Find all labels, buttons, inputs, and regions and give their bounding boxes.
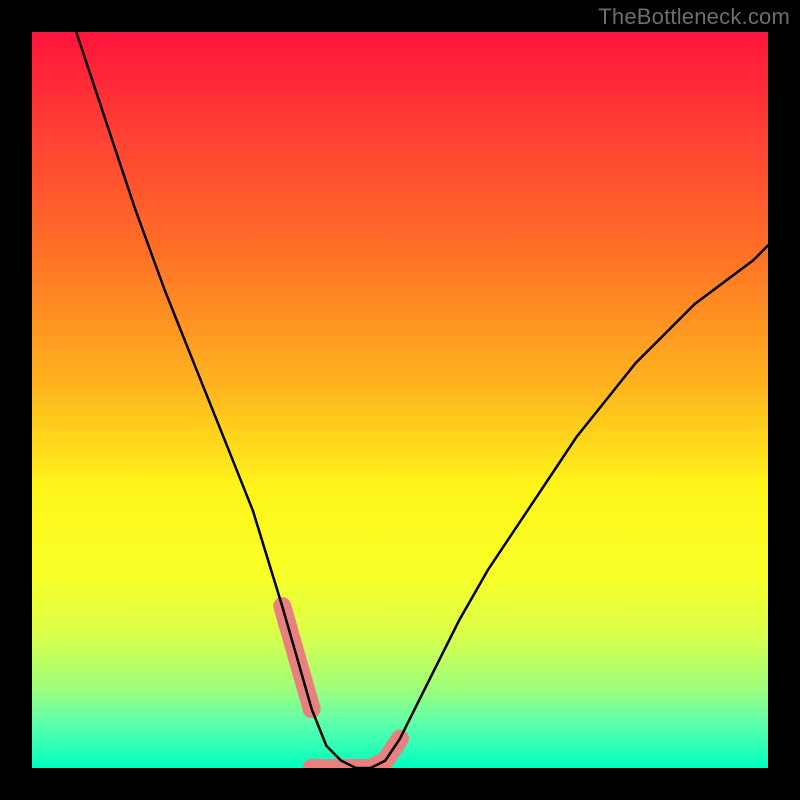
watermark-text: TheBottleneck.com [598, 4, 790, 30]
chart-plot-area [32, 32, 768, 768]
gradient-background [32, 32, 768, 768]
chart-frame: TheBottleneck.com [0, 0, 800, 800]
chart-svg [32, 32, 768, 768]
